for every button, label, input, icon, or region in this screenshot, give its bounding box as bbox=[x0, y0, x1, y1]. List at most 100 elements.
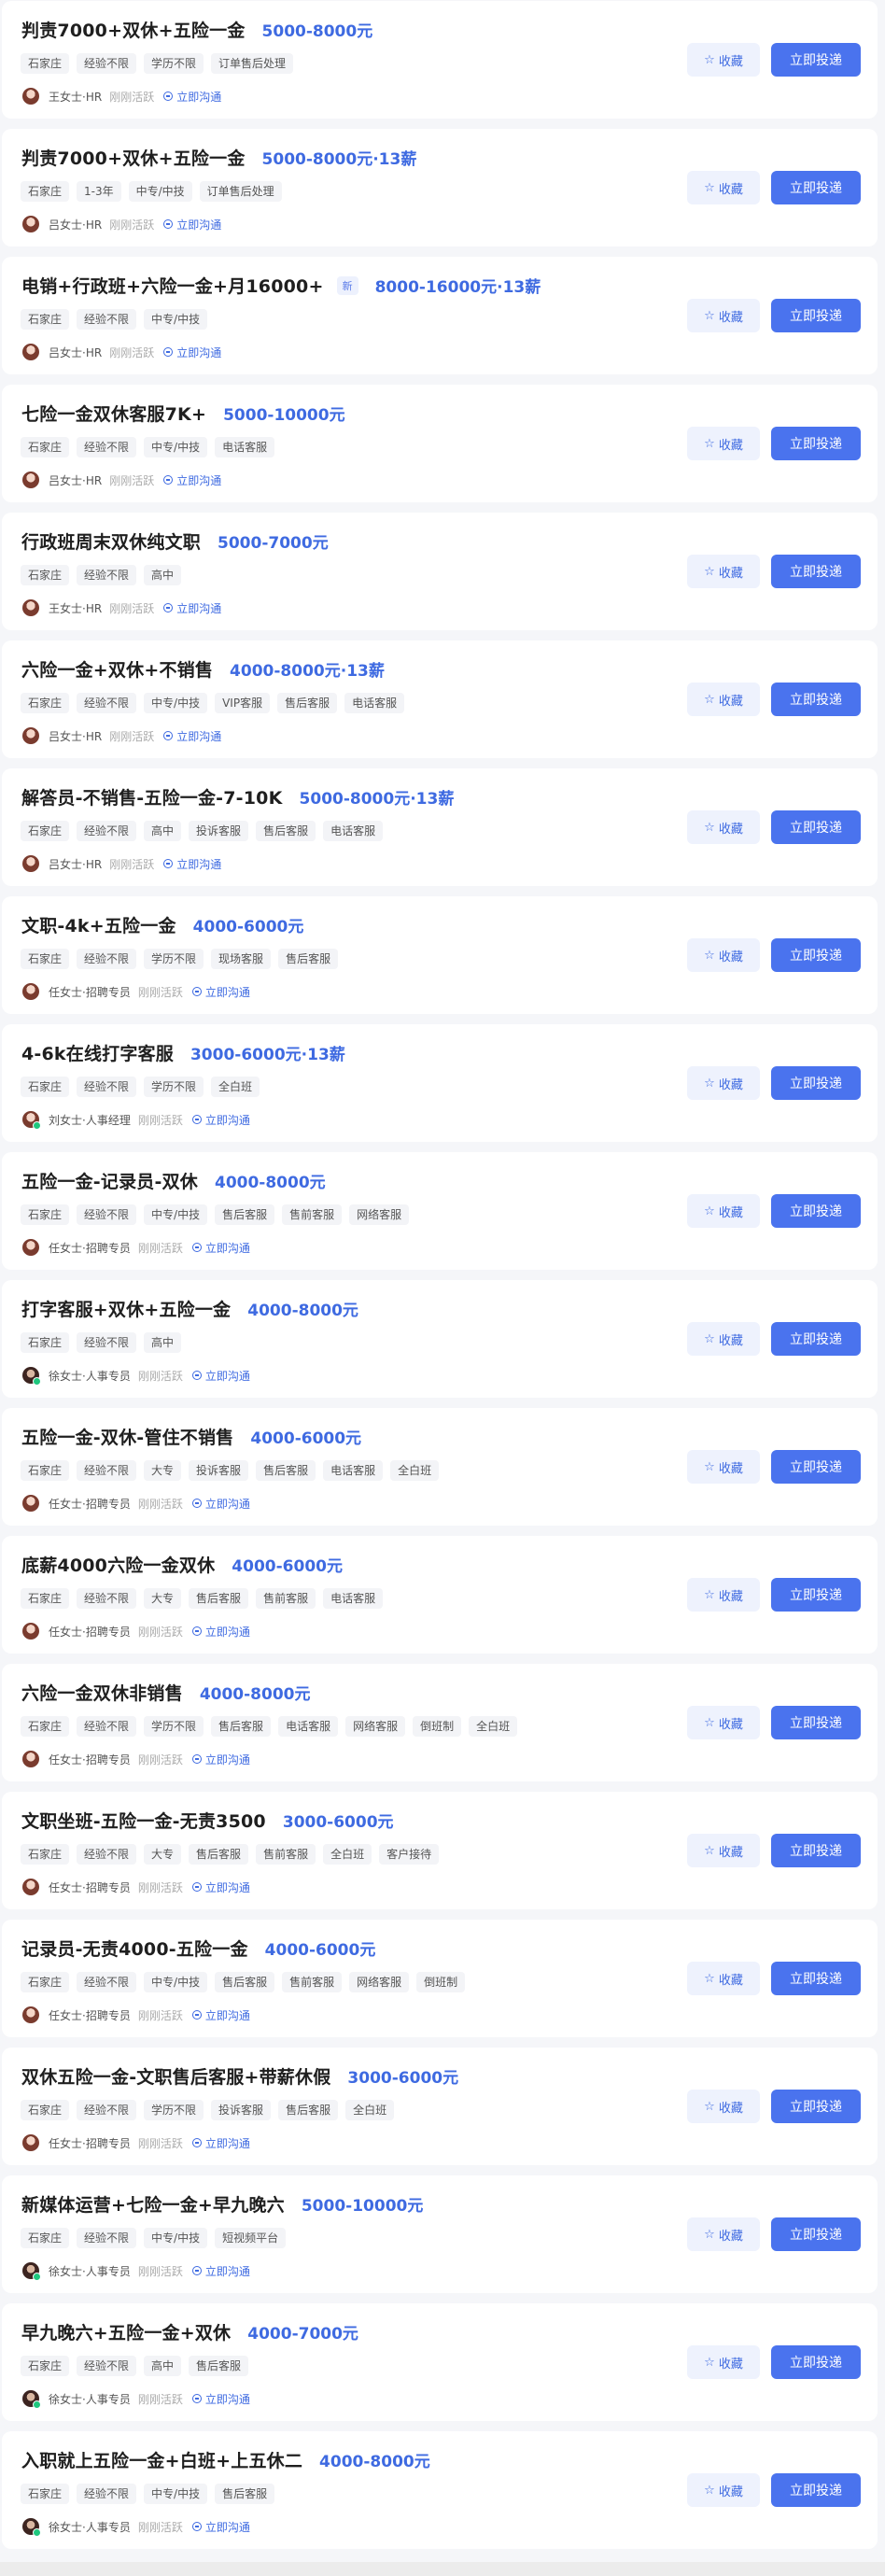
favorite-button[interactable]: ☆ 收藏 bbox=[687, 2090, 760, 2123]
job-card[interactable]: 七险一金双休客服7K+ 5000-10000元 石家庄 经验不限 中专/中技 电话客服 吕女… bbox=[2, 385, 878, 502]
chat-now-link[interactable]: 立即沟通 bbox=[163, 728, 221, 744]
apply-button[interactable]: 立即投递 bbox=[771, 2473, 861, 2507]
favorite-button[interactable]: ☆ 收藏 bbox=[687, 1194, 760, 1228]
apply-button[interactable]: 立即投递 bbox=[771, 299, 861, 332]
job-title[interactable]: 双休五险一金-文职售后客服+带薪休假 bbox=[21, 2063, 330, 2089]
favorite-button[interactable]: ☆ 收藏 bbox=[687, 2473, 760, 2507]
chat-now-link[interactable]: 立即沟通 bbox=[191, 1752, 250, 1767]
apply-button[interactable]: 立即投递 bbox=[771, 810, 861, 844]
apply-button[interactable]: 立即投递 bbox=[771, 1706, 861, 1739]
apply-button[interactable]: 立即投递 bbox=[771, 555, 861, 588]
apply-button[interactable]: 立即投递 bbox=[771, 683, 861, 716]
job-card[interactable]: 五险一金-记录员-双休 4000-8000元 石家庄 经验不限 中专/中技 售后客服 售前客… bbox=[2, 1152, 878, 1270]
job-card[interactable]: 打字客服+双休+五险一金 4000-8000元 石家庄 经验不限 高中 徐女士·人事专员刚… bbox=[2, 1280, 878, 1398]
job-title[interactable]: 六险一金双休非销售 bbox=[21, 1680, 183, 1705]
favorite-button[interactable]: ☆ 收藏 bbox=[687, 2217, 760, 2251]
apply-button[interactable]: 立即投递 bbox=[771, 171, 861, 204]
apply-button[interactable]: 立即投递 bbox=[771, 1834, 861, 1867]
favorite-button[interactable]: ☆ 收藏 bbox=[687, 1578, 760, 1612]
job-title[interactable]: 行政班周末双休纯文职 bbox=[21, 528, 201, 554]
apply-button[interactable]: 立即投递 bbox=[771, 2090, 861, 2123]
favorite-button[interactable]: ☆ 收藏 bbox=[687, 1834, 760, 1867]
chat-now-link[interactable]: 立即沟通 bbox=[191, 2263, 250, 2279]
chat-now-link[interactable]: 立即沟通 bbox=[191, 2519, 250, 2535]
job-title[interactable]: 电销+行政班+六险一金+月16000+ bbox=[21, 273, 324, 298]
job-card[interactable]: 判责7000+双休+五险一金 5000-8000元 石家庄 经验不限 学历不限 订单售后处… bbox=[2, 1, 878, 119]
job-title[interactable]: 文职坐班-五险一金-无责3500 bbox=[21, 1808, 266, 1833]
favorite-button[interactable]: ☆ 收藏 bbox=[687, 427, 760, 460]
chat-now-link[interactable]: 立即沟通 bbox=[191, 1240, 250, 1256]
chat-now-link[interactable]: 立即沟通 bbox=[191, 1496, 250, 1512]
chat-now-link[interactable]: 立即沟通 bbox=[163, 856, 221, 872]
job-title[interactable]: 早九晚六+五险一金+双休 bbox=[21, 2319, 231, 2344]
favorite-button[interactable]: ☆ 收藏 bbox=[687, 1450, 760, 1484]
job-card[interactable]: 4-6k在线打字客服 3000-6000元·13薪 石家庄 经验不限 学历不限 全白班 刘女… bbox=[2, 1024, 878, 1142]
job-title[interactable]: 文职-4k+五险一金 bbox=[21, 912, 176, 937]
chat-now-link[interactable]: 立即沟通 bbox=[163, 600, 221, 616]
apply-button[interactable]: 立即投递 bbox=[771, 427, 861, 460]
favorite-button[interactable]: ☆ 收藏 bbox=[687, 555, 760, 588]
chat-now-link[interactable]: 立即沟通 bbox=[191, 1624, 250, 1640]
chat-now-link[interactable]: 立即沟通 bbox=[163, 89, 221, 105]
favorite-button[interactable]: ☆ 收藏 bbox=[687, 1066, 760, 1100]
favorite-button[interactable]: ☆ 收藏 bbox=[687, 810, 760, 844]
chat-now-link[interactable]: 立即沟通 bbox=[191, 1368, 250, 1384]
job-title[interactable]: 七险一金双休客服7K+ bbox=[21, 401, 206, 426]
chat-now-link[interactable]: 立即沟通 bbox=[191, 2007, 250, 2023]
apply-button[interactable]: 立即投递 bbox=[771, 1450, 861, 1484]
favorite-button[interactable]: ☆ 收藏 bbox=[687, 1706, 760, 1739]
job-title[interactable]: 解答员-不销售-五险一金-7-10K bbox=[21, 784, 283, 809]
favorite-button[interactable]: ☆ 收藏 bbox=[687, 171, 760, 204]
favorite-button[interactable]: ☆ 收藏 bbox=[687, 683, 760, 716]
job-card[interactable]: 电销+行政班+六险一金+月16000+ 新 8000-16000元·13薪 石家庄 经验… bbox=[2, 257, 878, 374]
favorite-button[interactable]: ☆ 收藏 bbox=[687, 2345, 760, 2379]
favorite-button[interactable]: ☆ 收藏 bbox=[687, 1962, 760, 1995]
job-title[interactable]: 五险一金-双休-管住不销售 bbox=[21, 1424, 233, 1449]
job-card[interactable]: 五险一金-双休-管住不销售 4000-6000元 石家庄 经验不限 大专 投诉客服 售后客服… bbox=[2, 1408, 878, 1526]
job-card[interactable]: 新媒体运营+七险一金+早九晚六 5000-10000元 石家庄 经验不限 中专/中技 短视… bbox=[2, 2175, 878, 2293]
job-card[interactable]: 双休五险一金-文职售后客服+带薪休假 3000-6000元 石家庄 经验不限 学历不限投… bbox=[2, 2048, 878, 2165]
job-card[interactable]: 底薪4000六险一金双休 4000-6000元 石家庄 经验不限 大专 售后客服 售前客服电… bbox=[2, 1536, 878, 1654]
job-title[interactable]: 4-6k在线打字客服 bbox=[21, 1040, 174, 1065]
apply-button[interactable]: 立即投递 bbox=[771, 2217, 861, 2251]
chat-now-link[interactable]: 立即沟通 bbox=[163, 345, 221, 360]
favorite-button[interactable]: ☆ 收藏 bbox=[687, 1322, 760, 1356]
chat-now-link[interactable]: 立即沟通 bbox=[191, 984, 250, 1000]
job-card[interactable]: 行政班周末双休纯文职 5000-7000元 石家庄 经验不限 高中 王女士·HR 刚刚活跃 立… bbox=[2, 513, 878, 630]
job-card[interactable]: 六险一金双休非销售 4000-8000元 石家庄 经验不限 学历不限 售后客服 电话客服 网络… bbox=[2, 1664, 878, 1781]
job-title[interactable]: 五险一金-记录员-双休 bbox=[21, 1168, 198, 1193]
job-card[interactable]: 判责7000+双休+五险一金 5000-8000元·13薪 石家庄 1-3年 中专/中技… bbox=[2, 129, 878, 246]
chat-now-link[interactable]: 立即沟通 bbox=[191, 2391, 250, 2407]
chat-now-link[interactable]: 立即沟通 bbox=[191, 1112, 250, 1128]
favorite-button[interactable]: ☆ 收藏 bbox=[687, 43, 760, 77]
job-title[interactable]: 底薪4000六险一金双休 bbox=[21, 1552, 215, 1577]
job-card[interactable]: 入职就上五险一金+白班+上五休二 4000-8000元 石家庄 经验不限 中专/中技 售后… bbox=[2, 2431, 878, 2549]
favorite-button[interactable]: ☆ 收藏 bbox=[687, 938, 760, 972]
job-card[interactable]: 早九晚六+五险一金+双休 4000-7000元 石家庄 经验不限 高中 售后客服 徐女士·人… bbox=[2, 2303, 878, 2421]
job-title[interactable]: 入职就上五险一金+白班+上五休二 bbox=[21, 2447, 302, 2472]
job-title[interactable]: 打字客服+双休+五险一金 bbox=[21, 1296, 231, 1321]
job-title[interactable]: 判责7000+双休+五险一金 bbox=[21, 17, 246, 42]
job-card[interactable]: 六险一金+双休+不销售 4000-8000元·13薪 石家庄 经验不限 中专/中技 VIP… bbox=[2, 640, 878, 758]
apply-button[interactable]: 立即投递 bbox=[771, 1578, 861, 1612]
job-title[interactable]: 判责7000+双休+五险一金 bbox=[21, 145, 246, 170]
apply-button[interactable]: 立即投递 bbox=[771, 1066, 861, 1100]
apply-button[interactable]: 立即投递 bbox=[771, 1194, 861, 1228]
job-title[interactable]: 记录员-无责4000-五险一金 bbox=[21, 1936, 248, 1961]
chat-now-link[interactable]: 立即沟通 bbox=[191, 1879, 250, 1895]
job-title[interactable]: 六险一金+双休+不销售 bbox=[21, 656, 213, 682]
job-card[interactable]: 文职坐班-五险一金-无责3500 3000-6000元 石家庄 经验不限 大专 售后客服售… bbox=[2, 1792, 878, 1909]
apply-button[interactable]: 立即投递 bbox=[771, 1322, 861, 1356]
chat-now-link[interactable]: 立即沟通 bbox=[163, 472, 221, 488]
job-card[interactable]: 解答员-不销售-五险一金-7-10K 5000-8000元·13薪 石家庄 经验不限高… bbox=[2, 768, 878, 886]
job-card[interactable]: 记录员-无责4000-五险一金 4000-6000元 石家庄 经验不限 中专/中技 售后客… bbox=[2, 1920, 878, 2037]
chat-now-link[interactable]: 立即沟通 bbox=[163, 217, 221, 232]
apply-button[interactable]: 立即投递 bbox=[771, 43, 861, 77]
apply-button[interactable]: 立即投递 bbox=[771, 1962, 861, 1995]
job-title[interactable]: 新媒体运营+七险一金+早九晚六 bbox=[21, 2191, 285, 2217]
job-card[interactable]: 文职-4k+五险一金 4000-6000元 石家庄 经验不限 学历不限 现场客服 售后客服任… bbox=[2, 896, 878, 1014]
chat-now-link[interactable]: 立即沟通 bbox=[191, 2135, 250, 2151]
favorite-button[interactable]: ☆ 收藏 bbox=[687, 299, 760, 332]
apply-button[interactable]: 立即投递 bbox=[771, 938, 861, 972]
apply-button[interactable]: 立即投递 bbox=[771, 2345, 861, 2379]
